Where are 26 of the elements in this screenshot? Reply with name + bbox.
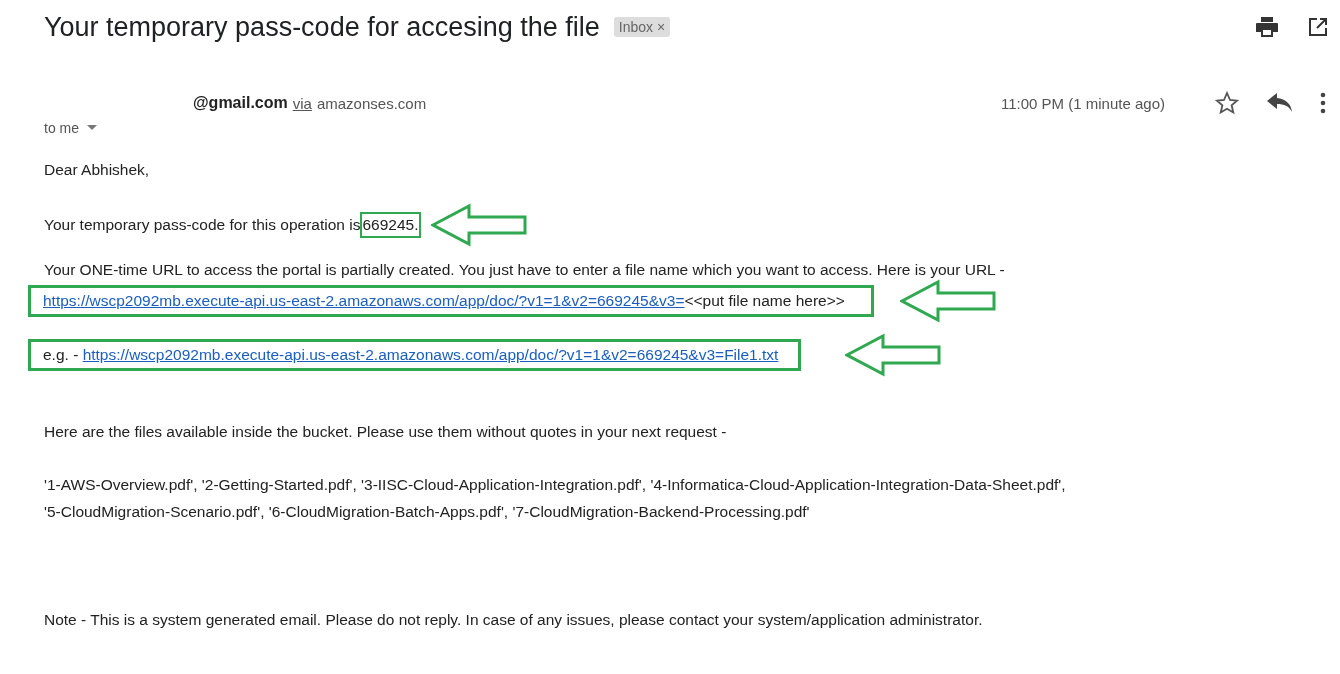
via-link[interactable]: via xyxy=(292,94,312,112)
passcode-text: Your temporary pass-code for this operation is xyxy=(44,216,361,234)
inbox-label[interactable]: Inbox × xyxy=(613,17,671,37)
email-time: 11:00 PM (1 minute ago) xyxy=(1001,94,1165,112)
print-icon[interactable] xyxy=(1256,17,1278,37)
file-list-text: '1-AWS-Overview.pdf', '2-Getting-Started.pdf', '3-IISC-Cloud-Application-Integration.pdf', '4-Informatica-Cloud-Application-Integration-Data-Sheet.pdf', xyxy=(44,475,1067,495)
sender-address: @gmail.com xyxy=(193,94,288,112)
more-options-icon[interactable] xyxy=(1320,92,1326,114)
url-intro-text: Your ONE-time URL to access the portal is partially created. You just have to enter a file name which you want to access. Here is your URL - xyxy=(44,261,1006,279)
example-prefix: e.g. - xyxy=(43,346,79,363)
url-placeholder-text: <<put file name here>> xyxy=(684,292,845,309)
star-icon[interactable] xyxy=(1214,91,1240,115)
reply-icon[interactable] xyxy=(1267,93,1293,113)
note-text: Note - This is a system generated email. Please do not reply. In case of any issues, please contact your system/application administrator. xyxy=(44,611,984,629)
file-list-text: '5-CloudMigration-Scenario.pdf', '6-CloudMigration-Batch-Apps.pdf', '7-CloudMigration-Backend-Processing.pdf' xyxy=(44,502,811,522)
sender-domain: amazonses.com xyxy=(316,94,427,112)
greeting-text: Dear Abhishek, xyxy=(44,161,151,179)
passcode: 669245. xyxy=(360,212,421,238)
files-intro-text: Here are the files available inside the bucket. Please use them without quotes in your next request - xyxy=(44,423,728,441)
caret-icon xyxy=(87,125,97,131)
remove-label-button[interactable]: × xyxy=(656,19,666,35)
recipient-dropdown[interactable]: to me xyxy=(44,120,97,136)
example-link[interactable]: https://wscp2092mb.execute-api.us-east-2.amazonaws.com/app/doc/?v1=1&v2=669245&v3=File1.txt xyxy=(82,346,779,363)
url-link[interactable]: https://wscp2092mb.execute-api.us-east-2.amazonaws.com/app/doc/?v1=1&v2=669245&v3= xyxy=(43,292,685,309)
email-subject: Your temporary pass-code for accesing the file xyxy=(44,11,600,43)
external-link-icon[interactable] xyxy=(1308,17,1328,37)
